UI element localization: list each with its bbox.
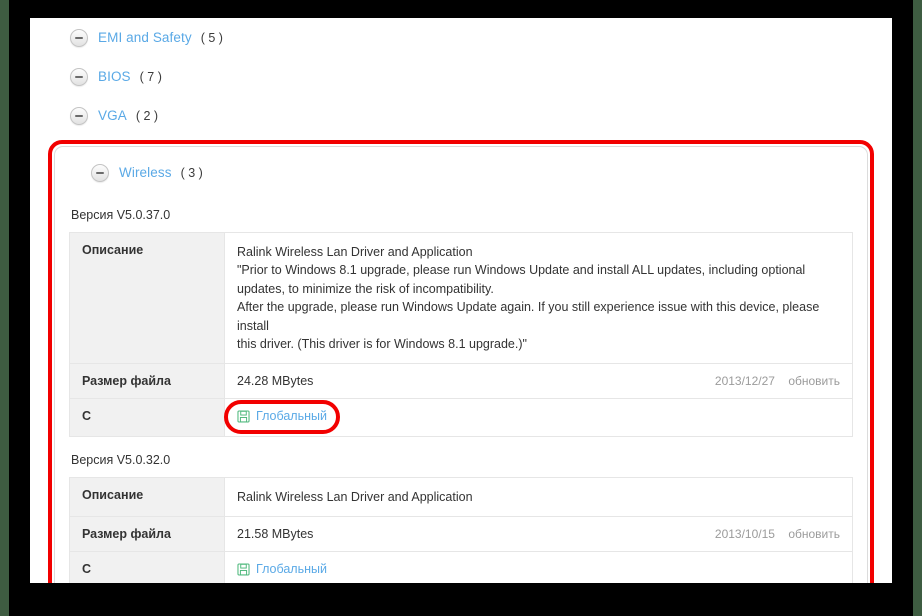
category-row-emi-and-safety[interactable]: EMI and Safety ( 5 ) (48, 18, 874, 57)
filesize-meta-2: 2013/10/15 обновить (715, 527, 840, 541)
download-link-text-2: Глобальный (256, 562, 327, 577)
category-link-vga[interactable]: VGA (98, 108, 127, 123)
update-link-2[interactable]: обновить (788, 527, 840, 541)
download-link-global-2[interactable]: Глобальный (237, 562, 327, 576)
browser-viewport: EMI and Safety ( 5 ) BIOS ( 7 ) VGA ( 2 … (30, 18, 892, 583)
wireless-section: Wireless ( 3 ) Версия V5.0.37.0 Описание… (54, 146, 868, 583)
description-line: Ralink Wireless Lan Driver and Applicati… (237, 489, 473, 504)
download-link-wrapper-1: Глобальный (224, 400, 340, 435)
page-edge-left (0, 0, 9, 616)
table-row: Размер файла 21.58 MBytes 2013/10/15 обн… (69, 516, 853, 553)
download-label-2: C (69, 551, 225, 583)
release-table-2: Описание Ralink Wireless Lan Driver and … (69, 476, 853, 583)
category-count-emi-and-safety: ( 5 ) (200, 30, 223, 45)
release-date-2: 2013/10/15 (714, 527, 775, 542)
category-row-vga[interactable]: VGA ( 2 ) (48, 96, 874, 135)
download-link-text-1: Глобальный (256, 409, 327, 424)
filesize-value-1: 24.28 MBytes (237, 374, 314, 389)
filesize-label-1: Размер файла (69, 363, 225, 400)
table-row: Описание Ralink Wireless Lan Driver and … (69, 476, 853, 518)
filesize-value-2: 21.58 MBytes (237, 527, 314, 542)
filesize-meta-1: 2013/12/27 обновить (715, 374, 840, 388)
page-edge-right (913, 0, 922, 616)
minus-circle-icon[interactable] (70, 106, 88, 125)
description-line: updates, to minimize the risk of incompa… (237, 281, 494, 296)
category-link-emi-and-safety[interactable]: EMI and Safety (98, 30, 192, 45)
download-label-1: C (69, 398, 225, 437)
download-link-global-1[interactable]: Глобальный (237, 409, 327, 423)
release-table-1: Описание Ralink Wireless Lan Driver and … (69, 231, 853, 437)
release-date-1: 2013/12/27 (714, 374, 775, 389)
update-link-1[interactable]: обновить (788, 374, 840, 388)
description-value-2: Ralink Wireless Lan Driver and Applicati… (224, 476, 853, 518)
download-value-cell-2: Глобальный (224, 551, 853, 583)
category-link-bios[interactable]: BIOS (98, 69, 131, 84)
table-row: C Глобальный (69, 551, 853, 583)
category-count-vga: ( 2 ) (135, 108, 159, 123)
table-row: Размер файла 24.28 MBytes 2013/12/27 обн… (69, 363, 853, 400)
version-label-1: Версия V5.0.37.0 (71, 208, 171, 222)
category-count-bios: ( 7 ) (139, 69, 162, 84)
version-label-2: Версия V5.0.32.0 (71, 452, 171, 467)
table-row: C Глобальный (69, 398, 853, 437)
floppy-disk-icon (237, 563, 250, 576)
filesize-value-cell-1: 24.28 MBytes 2013/12/27 обновить (224, 363, 853, 400)
description-line: Ralink Wireless Lan Driver and Applicati… (237, 245, 473, 259)
category-link-wireless[interactable]: Wireless (119, 165, 172, 180)
filesize-value-cell-2: 21.58 MBytes 2013/10/15 обновить (224, 516, 853, 553)
category-row-bios[interactable]: BIOS ( 7 ) (48, 57, 874, 96)
description-label-2: Описание (69, 476, 225, 518)
minus-circle-icon[interactable] (91, 163, 109, 182)
support-downloads-page: EMI and Safety ( 5 ) BIOS ( 7 ) VGA ( 2 … (30, 18, 892, 583)
description-label-1: Описание (69, 231, 225, 365)
category-count-wireless: ( 3 ) (180, 165, 203, 180)
wireless-section-highlight: Wireless ( 3 ) Версия V5.0.37.0 Описание… (48, 140, 874, 583)
filesize-label-2: Размер файла (69, 516, 225, 553)
category-row-wireless[interactable]: Wireless ( 3 ) (69, 153, 853, 192)
minus-circle-icon[interactable] (70, 67, 88, 86)
minus-circle-icon[interactable] (70, 28, 88, 47)
description-line: "Prior to Windows 8.1 upgrade, please ru… (237, 263, 806, 278)
table-row: Описание Ralink Wireless Lan Driver and … (69, 231, 853, 365)
description-line: this driver. (This driver is for Windows… (237, 336, 527, 351)
download-value-cell-1: Глобальный (224, 398, 853, 437)
floppy-disk-icon (237, 410, 250, 423)
description-value-1: Ralink Wireless Lan Driver and Applicati… (224, 231, 853, 365)
description-line: After the upgrade, please run Windows Up… (237, 300, 820, 333)
